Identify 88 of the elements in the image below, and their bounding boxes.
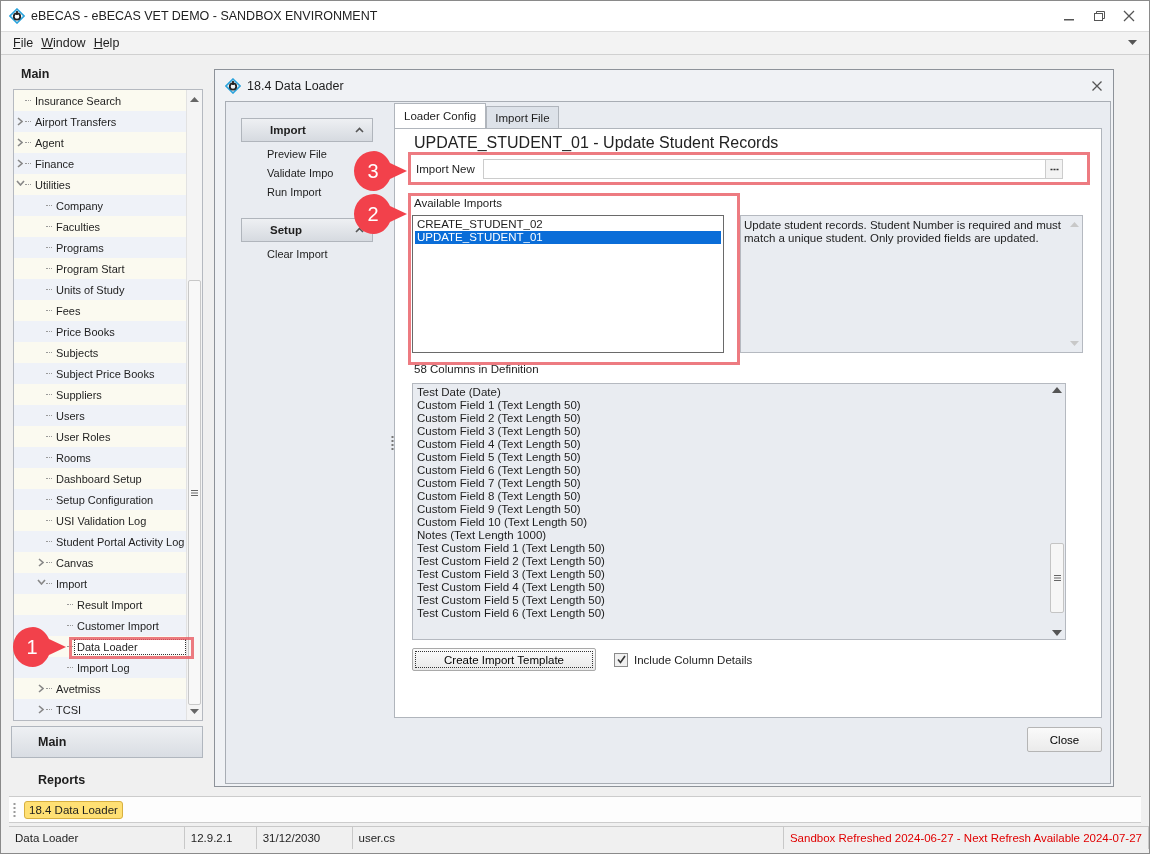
- column-item: Test Custom Field 5 (Text Length 50): [416, 594, 606, 607]
- chevron-right-icon[interactable]: [38, 557, 44, 567]
- app-logo-icon: [9, 8, 25, 24]
- close-button[interactable]: Close: [1027, 727, 1102, 752]
- browse-button[interactable]: [1046, 159, 1063, 179]
- column-item: Test Custom Field 4 (Text Length 50): [416, 581, 606, 594]
- checkmark-icon: [616, 655, 626, 664]
- tree-item[interactable]: Agent: [32, 134, 67, 151]
- grip-icon[interactable]: [391, 435, 394, 450]
- tab[interactable]: Import File: [486, 106, 559, 128]
- column-item: Custom Field 3 (Text Length 50): [416, 425, 582, 438]
- column-item: Notes (Text Length 1000): [416, 529, 548, 542]
- column-item: Custom Field 9 (Text Length 50): [416, 503, 582, 516]
- navigation-button[interactable]: Reports: [11, 764, 203, 796]
- tree-item[interactable]: Rooms: [53, 449, 94, 466]
- caret-icon[interactable]: [1128, 40, 1137, 46]
- import-heading: UPDATE_STUDENT_01 - Update Student Records: [414, 134, 780, 152]
- close-icon[interactable]: [1121, 8, 1137, 24]
- status-text: Sandbox Refreshed 2024-06-27 - Next Refresh Available 2024-07-27: [783, 827, 1149, 849]
- checkbox[interactable]: [614, 652, 628, 667]
- step-badge: 2: [352, 192, 407, 236]
- tree-item[interactable]: Import: [53, 575, 91, 592]
- app-logo-icon: [225, 77, 241, 94]
- column-item: Test Date (Date): [416, 386, 502, 399]
- column-item: Custom Field 4 (Text Length 50): [416, 438, 582, 451]
- column-item: Custom Field 7 (Text Length 50): [416, 477, 582, 490]
- grip-icon: [1053, 575, 1061, 581]
- step-badge: 3: [352, 149, 407, 193]
- chevron-right-icon[interactable]: [38, 683, 44, 693]
- window-title: eBECAS - eBECAS VET DEMO - SANDBOX ENVIRONMENT: [31, 9, 379, 23]
- tree-item[interactable]: TCSI: [53, 701, 85, 718]
- panel-title: Main: [20, 66, 51, 83]
- status-text: 31/12/2030: [256, 827, 353, 849]
- group-header[interactable]: Import: [241, 118, 373, 142]
- scrollbar-thumb[interactable]: [1050, 543, 1064, 613]
- column-item: Custom Field 10 (Text Length 50): [416, 516, 589, 529]
- navigation-button[interactable]: Main: [11, 726, 203, 758]
- menu-item[interactable]: File: [9, 36, 38, 50]
- checkbox-label: Include Column Details: [634, 653, 753, 666]
- window-title: 18.4 Data Loader: [247, 78, 345, 93]
- column-item: Custom Field 8 (Text Length 50): [416, 490, 582, 503]
- chevron-down-icon[interactable]: [36, 578, 46, 585]
- restore-icon[interactable]: [1091, 8, 1107, 24]
- scroll-up-icon[interactable]: [1052, 387, 1062, 393]
- scrollbar-thumb[interactable]: [188, 279, 201, 706]
- tree-item[interactable]: Fees: [53, 302, 84, 319]
- menu-item[interactable]: Window: [37, 36, 90, 50]
- description-text: Update student records. Student Number is required and must match a unique student. Only provided fields are updated.: [743, 218, 1063, 246]
- chevron-up-icon: [355, 127, 364, 133]
- column-item: Test Custom Field 3 (Text Length 50): [416, 568, 606, 581]
- status-text: user.cs: [352, 827, 784, 849]
- window-tab[interactable]: 18.4 Data Loader: [24, 800, 123, 819]
- action-link[interactable]: Run Import: [267, 186, 322, 198]
- status-text: Data Loader: [9, 827, 185, 849]
- tab[interactable]: Loader Config: [394, 103, 487, 128]
- chevron-right-icon[interactable]: [17, 158, 23, 168]
- column-item: Test Custom Field 1 (Text Length 50): [416, 542, 606, 555]
- section-label: 58 Columns in Definition: [414, 363, 540, 375]
- column-item: Custom Field 1 (Text Length 50): [416, 399, 582, 412]
- chevron-up-icon: [355, 227, 364, 233]
- column-item: Test Custom Field 2 (Text Length 50): [416, 555, 606, 568]
- step-badge: 1: [11, 625, 66, 669]
- action-link[interactable]: Preview File: [267, 148, 327, 160]
- scroll-down-icon[interactable]: [1052, 630, 1062, 636]
- menu-item[interactable]: Help: [89, 36, 124, 50]
- list-item[interactable]: UPDATE_STUDENT_01: [415, 231, 721, 244]
- close-icon[interactable]: [1091, 79, 1103, 92]
- chevron-right-icon[interactable]: [17, 116, 23, 126]
- column-item: Custom Field 5 (Text Length 50): [416, 451, 582, 464]
- chevron-right-icon[interactable]: [38, 704, 44, 714]
- tree-item[interactable]: Utilities: [32, 176, 74, 193]
- column-item: Custom Field 6 (Text Length 50): [416, 464, 582, 477]
- column-item: Test Custom Field 6 (Text Length 50): [416, 607, 606, 620]
- list-item[interactable]: CREATE_STUDENT_02: [415, 218, 721, 231]
- chevron-down-icon[interactable]: [15, 179, 25, 186]
- import-path-field[interactable]: [482, 159, 1046, 179]
- tree-item[interactable]: Users: [53, 407, 88, 424]
- grip-icon: [191, 489, 198, 496]
- grip-icon[interactable]: [13, 802, 16, 817]
- status-text: 12.9.2.1: [184, 827, 257, 849]
- column-item: Custom Field 2 (Text Length 50): [416, 412, 582, 425]
- action-link[interactable]: Clear Import: [267, 248, 328, 260]
- field-label: Import New: [415, 162, 476, 177]
- section-label: Available Imports: [414, 197, 503, 209]
- ellipsis-icon: [1049, 167, 1059, 171]
- action-link[interactable]: Validate Impo: [267, 167, 334, 179]
- chevron-right-icon[interactable]: [17, 137, 23, 147]
- create-template-button[interactable]: Create Import Template: [412, 648, 596, 671]
